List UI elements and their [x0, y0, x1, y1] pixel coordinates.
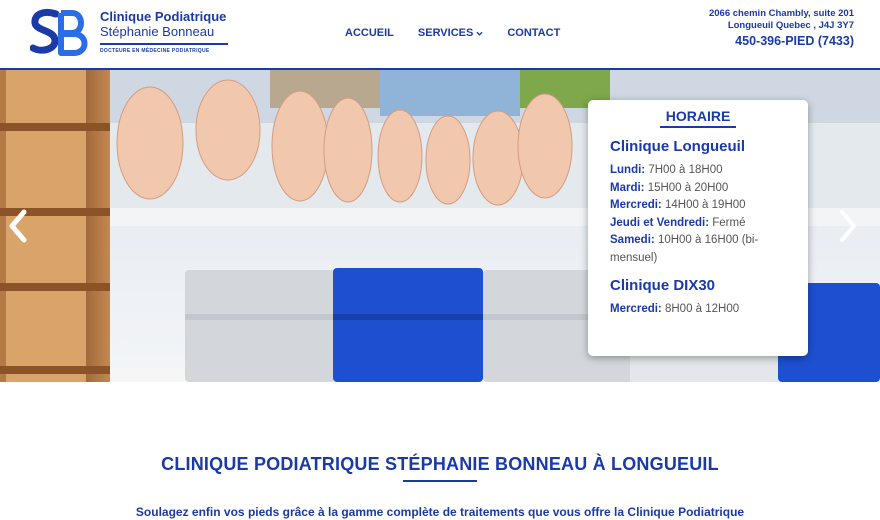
- brand-tagline: DOCTEURE EN MÉDECINE PODIATRIQUE: [100, 48, 210, 54]
- slider-next-icon[interactable]: [834, 207, 862, 245]
- schedule-card: HORAIRE Clinique Longueuil Lundi: 7H00 à…: [588, 100, 808, 356]
- chevron-down-icon: [476, 31, 483, 36]
- address-line-1: 2066 chemin Chambly, suite 201: [708, 8, 854, 19]
- page-title: CLINIQUE PODIATRIQUE STÉPHANIE BONNEAU À…: [161, 454, 719, 474]
- hours-time: 8H00 à 12H00: [661, 302, 740, 315]
- schedule-title-underline: [660, 126, 736, 128]
- hours-line: Mercredi: 14H00 à 19H00: [610, 197, 796, 215]
- hours-day: Samedi:: [610, 234, 655, 247]
- hours-line: Jeudi et Vendredi: Fermé: [610, 215, 796, 233]
- hours-time: Fermé: [709, 216, 746, 229]
- hours-time: 7H00 à 18H00: [645, 164, 723, 176]
- brand-block[interactable]: Clinique Podiatrique Stéphanie Bonneau D…: [100, 9, 228, 54]
- sb-logo-icon[interactable]: [30, 8, 90, 58]
- hours-line: mensuel): [610, 250, 796, 268]
- title-underline: [403, 480, 477, 482]
- hero-slider: HORAIRE Clinique Longueuil Lundi: 7H00 à…: [0, 68, 880, 382]
- nav-accueil-label: ACCUEIL: [345, 27, 394, 39]
- hours-time: 14H00 à 19H00: [661, 199, 746, 212]
- hours-time: mensuel): [610, 251, 658, 264]
- clinic-address: 2066 chemin Chambly, suite 201 Longueuil…: [709, 8, 854, 49]
- clinic-dix30-name: Clinique DIX30: [610, 276, 716, 294]
- brand-divider: [100, 43, 228, 45]
- hours-day: Mercredi:: [610, 199, 662, 212]
- hours-day: Mardi:: [610, 181, 645, 194]
- nav-accueil[interactable]: ACCUEIL: [345, 27, 394, 39]
- main-nav: ACCUEIL SERVICES CONTACT: [345, 27, 560, 39]
- hours-day: Mercredi:: [610, 302, 662, 315]
- nav-contact[interactable]: CONTACT: [507, 27, 560, 39]
- address-line-2: Longueuil Quebec , J4J 3Y7: [727, 20, 854, 31]
- slider-prev-icon[interactable]: [4, 207, 32, 245]
- intro-text: Soulagez enfin vos pieds grâce à la gamm…: [135, 505, 745, 519]
- hours-time: 10H00 à 16H00 (bi-: [654, 234, 759, 247]
- hours-line: Samedi: 10H00 à 16H00 (bi-: [610, 232, 796, 250]
- hero-top-border: [0, 68, 880, 70]
- clinic-longueuil-name: Clinique Longueuil: [610, 138, 745, 155]
- phone-link[interactable]: 450-396-PIED (7433): [709, 33, 854, 49]
- site-header: Clinique Podiatrique Stéphanie Bonneau D…: [0, 0, 880, 68]
- hours-day: Lundi:: [610, 164, 646, 176]
- schedule-title: HORAIRE: [665, 108, 731, 124]
- brand-person: Stéphanie Bonneau: [100, 24, 215, 39]
- nav-services-label: SERVICES: [417, 27, 474, 39]
- hours-line: Lundi: 7H00 à 18H00: [610, 162, 796, 180]
- hours-line: Mardi: 15H00 à 20H00: [610, 180, 796, 198]
- hours-time: 15H00 à 20H00: [644, 181, 729, 194]
- nav-contact-label: CONTACT: [507, 27, 561, 39]
- brand-name: Clinique Podiatrique: [100, 9, 227, 24]
- nav-services[interactable]: SERVICES: [418, 27, 483, 39]
- hours-line: Mercredi: 8H00 à 12H00: [610, 301, 796, 319]
- hours-day: Jeudi et Vendredi:: [610, 216, 710, 229]
